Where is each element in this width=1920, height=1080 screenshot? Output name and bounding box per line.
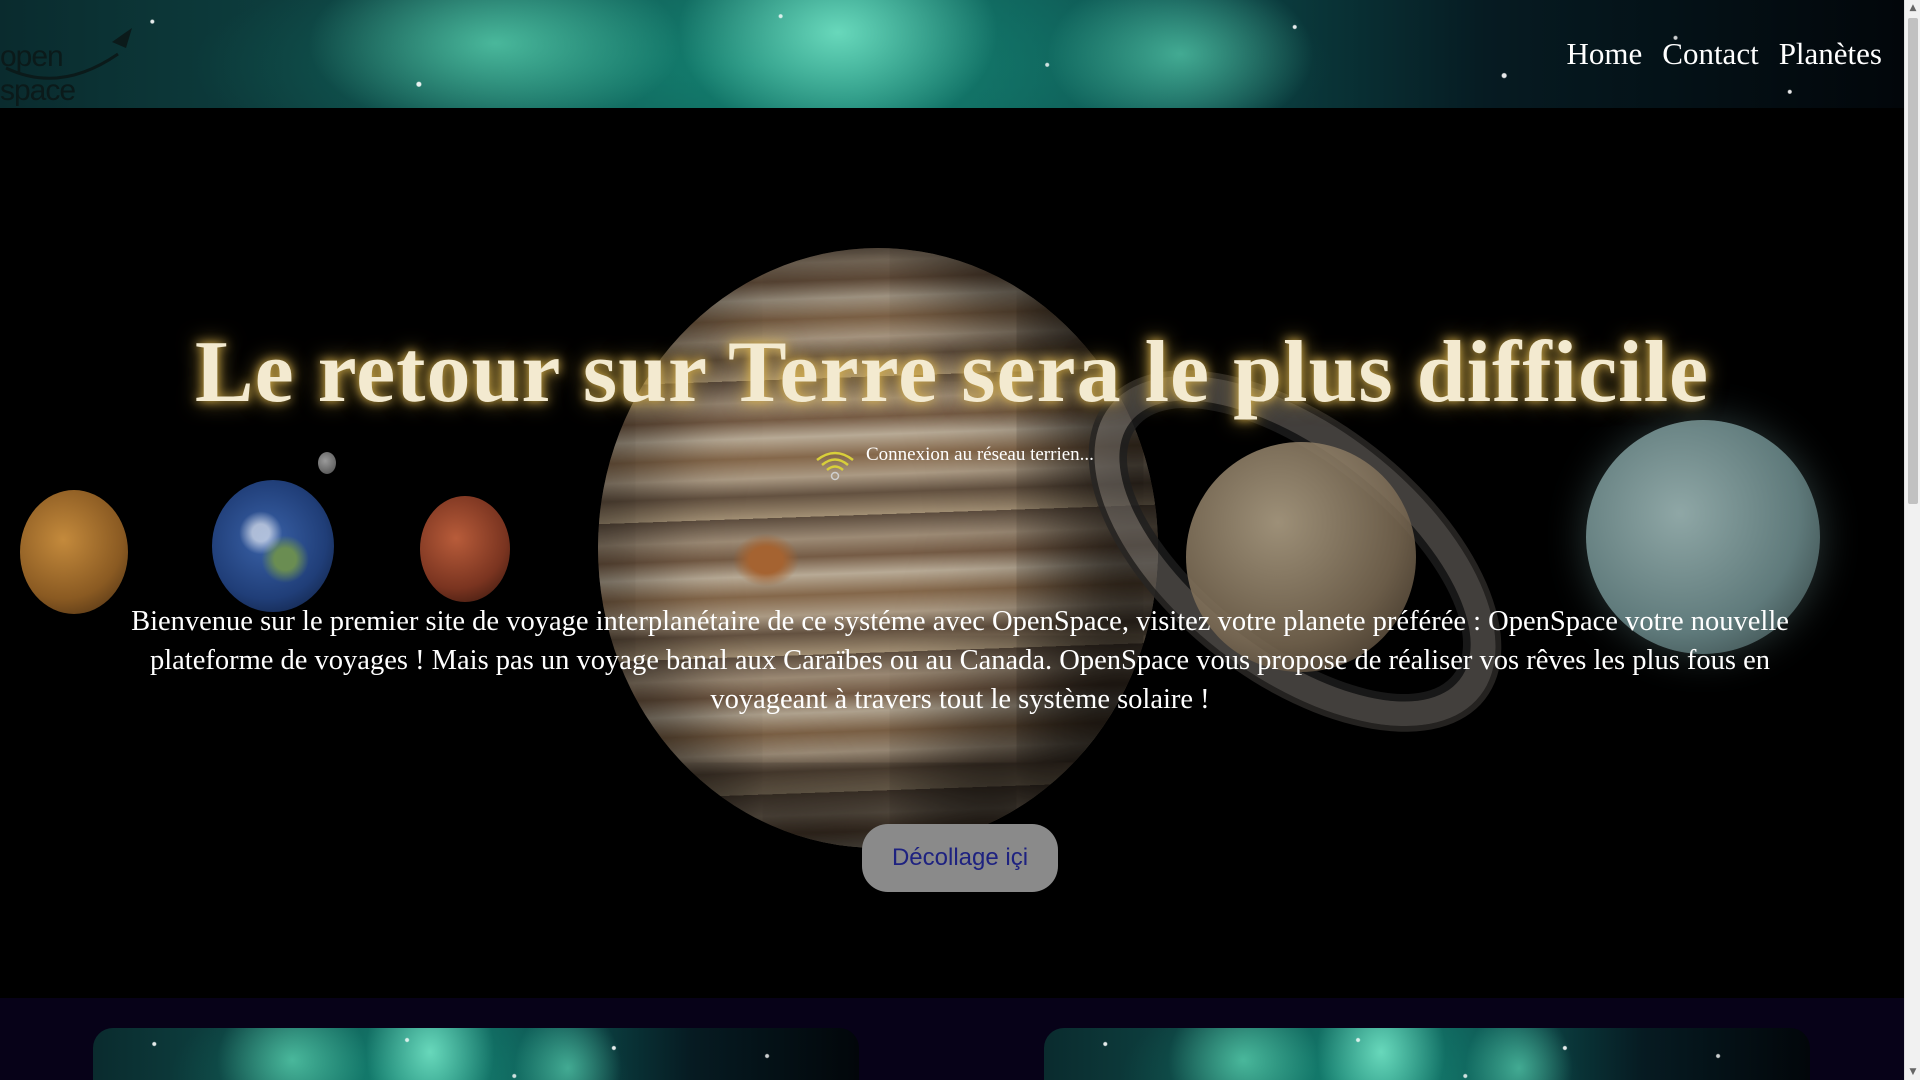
cards-section: [0, 998, 1904, 1080]
hero-title: Le retour sur Terre sera le plus diffici…: [194, 324, 1710, 421]
earth-image: [212, 480, 334, 612]
hero-intro-text: Bienvenue sur le premier site de voyage …: [131, 606, 1789, 715]
takeoff-button[interactable]: Décollage içi: [862, 824, 1058, 892]
nav-home[interactable]: Home: [1567, 36, 1643, 72]
nav-planetes[interactable]: Planètes: [1779, 36, 1882, 72]
wifi-icon: [816, 451, 854, 481]
hero-section: Le retour sur Terre sera le plus diffici…: [0, 108, 1904, 998]
mars-image: [420, 496, 510, 602]
logo[interactable]: open space: [0, 24, 140, 107]
destination-card[interactable]: [93, 1028, 859, 1080]
network-status: Connexion au réseau terrien...: [814, 444, 1094, 482]
status-text: Connexion au réseau terrien...: [866, 444, 1094, 465]
scrollbar-thumb[interactable]: [1908, 18, 1918, 504]
venus-image: [20, 490, 128, 614]
destination-card[interactable]: [1044, 1028, 1810, 1080]
moon-image: [318, 452, 336, 474]
nav-contact[interactable]: Contact: [1662, 36, 1758, 72]
vertical-scrollbar[interactable]: ▲ ▼: [1904, 0, 1920, 1080]
site-header: open space Home Contact Planètes: [0, 0, 1904, 108]
scroll-up-arrow-icon[interactable]: ▲: [1905, 0, 1920, 16]
page: open space Home Contact Planètes Le reto…: [0, 0, 1904, 1080]
scroll-down-arrow-icon[interactable]: ▼: [1905, 1064, 1920, 1080]
main-nav: Home Contact Planètes: [1567, 36, 1883, 72]
logo-text: open space: [0, 40, 76, 107]
